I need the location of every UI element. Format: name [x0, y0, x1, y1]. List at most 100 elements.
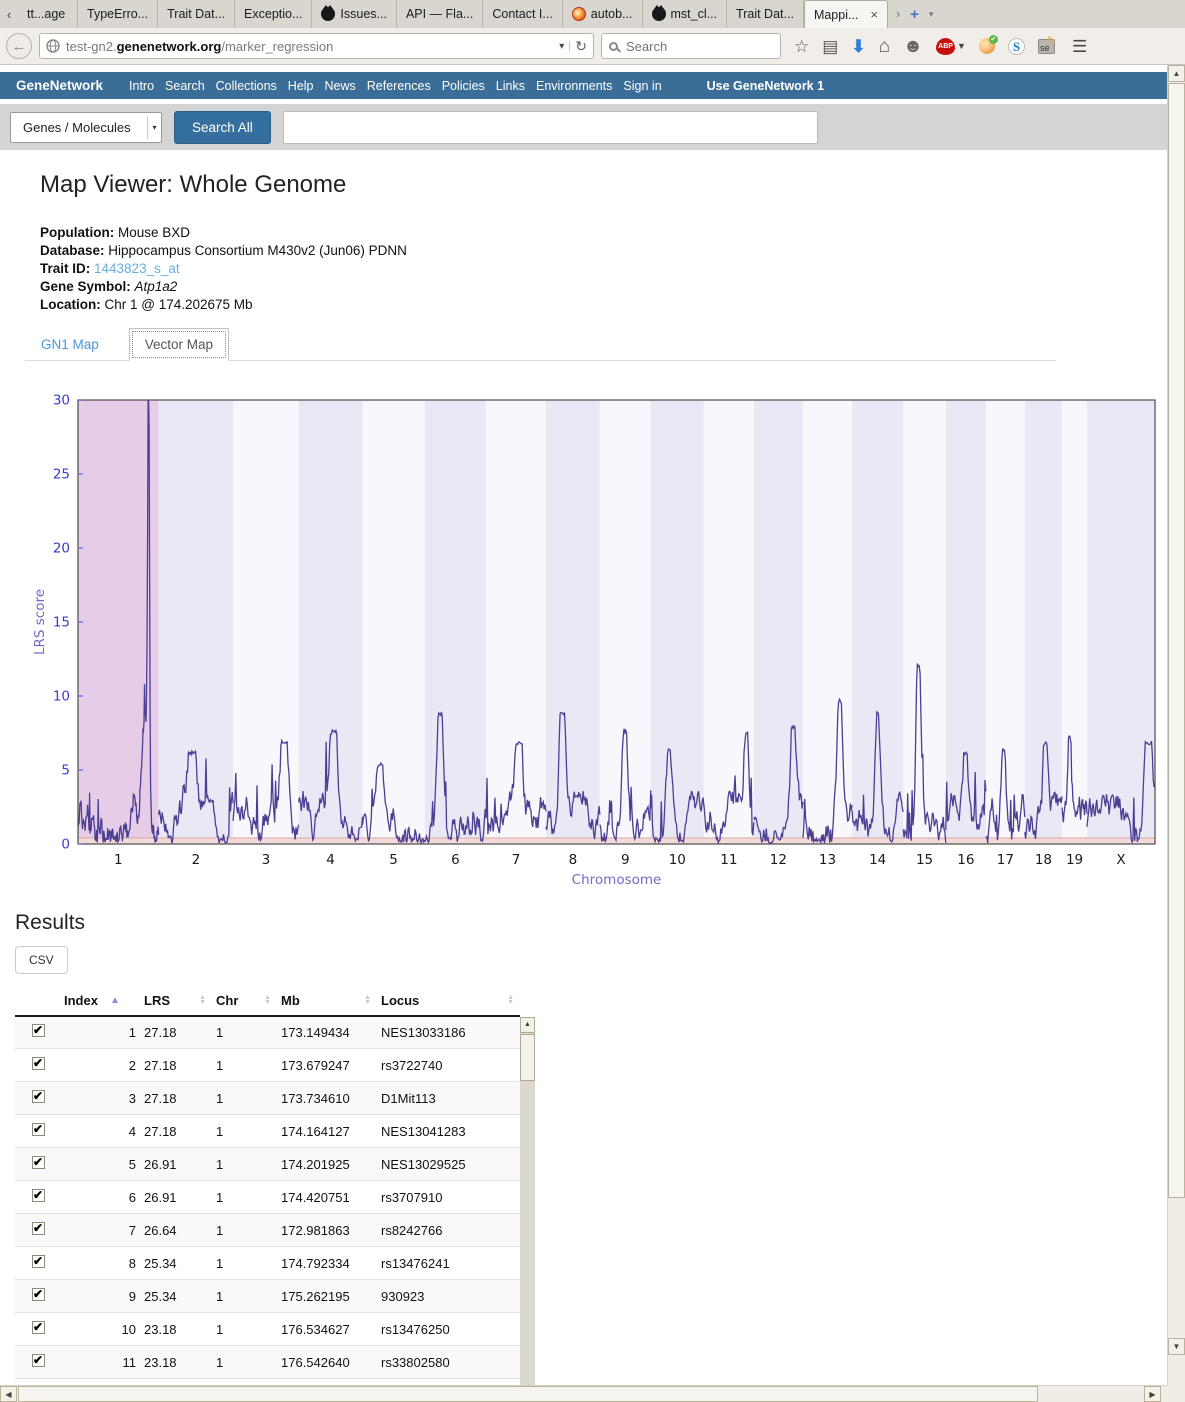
horizontal-scroll-thumb[interactable] — [18, 1386, 1038, 1402]
column-header-locus[interactable]: Locus▲▼ — [377, 986, 520, 1016]
row-checkbox[interactable] — [32, 1321, 45, 1334]
nav-link-intro[interactable]: Intro — [129, 79, 154, 93]
browser-tab[interactable]: Contact I... — [483, 0, 562, 28]
nav-link-policies[interactable]: Policies — [442, 79, 485, 93]
vertical-scroll-thumb[interactable] — [1168, 83, 1185, 1198]
column-header-lrs[interactable]: LRS▲▼ — [140, 986, 212, 1016]
table-cell: 9 — [60, 1280, 140, 1313]
row-checkbox[interactable] — [32, 1189, 45, 1202]
row-checkbox[interactable] — [32, 1255, 45, 1268]
search-category-select[interactable]: Genes / Molecules ▾ — [10, 112, 162, 143]
browser-tab[interactable]: API — Fla... — [397, 0, 483, 28]
nav-link-links[interactable]: Links — [496, 79, 525, 93]
bookmarks-menu-icon[interactable]: ▤ — [822, 38, 838, 55]
table-cell: 27.18 — [140, 1016, 212, 1049]
app-menu-icon[interactable]: ☰ — [1072, 38, 1087, 55]
scroll-right-icon[interactable]: ▶ — [1144, 1386, 1161, 1402]
close-icon[interactable]: × — [870, 7, 878, 22]
url-dropdown-icon[interactable]: ▾ — [554, 41, 570, 52]
tab-label: Mappi... — [814, 8, 858, 22]
screenshot-addon-icon[interactable]: se — [1038, 39, 1055, 54]
tab-scroll-left-icon[interactable]: ‹ — [0, 0, 18, 28]
table-cell: 8 — [60, 1247, 140, 1280]
page-horizontal-scrollbar[interactable]: ◀ ▶ — [0, 1385, 1167, 1402]
home-icon[interactable]: ⌂ — [879, 37, 890, 56]
reload-icon[interactable]: ↻ — [575, 38, 587, 55]
genenetwork-navbar: GeneNetwork Intro Search Collections Help Ne… — [0, 72, 1167, 99]
row-checkbox[interactable] — [32, 1090, 45, 1103]
row-checkbox[interactable] — [32, 1024, 45, 1037]
tab-label: tt...age — [27, 7, 65, 21]
svg-text:12: 12 — [770, 852, 787, 868]
new-tab-button[interactable]: + — [910, 6, 919, 23]
row-checkbox[interactable] — [32, 1156, 45, 1169]
sort-asc-icon: ▲ — [110, 995, 120, 1006]
browser-tab[interactable]: autob... — [563, 0, 643, 28]
search-all-button[interactable]: Search All — [174, 111, 271, 144]
github-icon — [652, 7, 666, 21]
genome-scan-chart: 0510152025301234567891011121314151617181… — [30, 394, 1167, 893]
tab-scroll-right-icon[interactable]: › — [896, 7, 900, 21]
browser-tab[interactable]: Issues... — [312, 0, 397, 28]
scroll-up-icon[interactable]: ▲ — [1168, 65, 1185, 82]
table-cell: 4 — [60, 1115, 140, 1148]
trait-metadata: Population: Mouse BXDDatabase: Hippocamp… — [40, 226, 1167, 312]
row-checkbox[interactable] — [32, 1354, 45, 1367]
tab-gn1-map[interactable]: GN1 Map — [25, 329, 115, 360]
url-text[interactable]: test-gn2.genenetwork.org/marker_regressi… — [66, 39, 554, 54]
nav-link-search[interactable]: Search — [165, 79, 205, 93]
table-cell: 26.64 — [140, 1214, 212, 1247]
nav-link-news[interactable]: News — [325, 79, 356, 93]
svg-text:X: X — [1116, 852, 1125, 868]
browser-tab-bar: ‹ tt...ageTypeErro...Trait Dat...Excepti… — [0, 0, 1185, 28]
scroll-left-icon[interactable]: ◀ — [0, 1386, 17, 1402]
column-header-mb[interactable]: Mb▲▼ — [277, 986, 377, 1016]
row-checkbox[interactable] — [32, 1057, 45, 1070]
downloads-icon[interactable]: ⬇ — [851, 38, 865, 55]
row-checkbox[interactable] — [32, 1222, 45, 1235]
use-genenetwork1-link[interactable]: Use GeneNetwork 1 — [707, 79, 824, 93]
browser-tab[interactable]: Mappi... × — [804, 0, 888, 28]
browser-tab[interactable]: mst_cl... — [643, 0, 728, 28]
feedback-icon[interactable]: ☻ — [903, 37, 923, 56]
browser-search-box[interactable] — [601, 33, 781, 59]
nav-link-references[interactable]: References — [367, 79, 431, 93]
trait-id-link[interactable]: 1443823_s_at — [94, 261, 180, 276]
browser-tab[interactable]: Trait Dat... — [727, 0, 804, 28]
meta-value: Chr 1 @ 174.202675 Mb — [105, 297, 253, 312]
back-button[interactable]: ← — [6, 33, 32, 59]
table-cell: 1 — [212, 1148, 277, 1181]
scroll-down-icon[interactable]: ▼ — [1168, 1338, 1185, 1355]
nav-link-help[interactable]: Help — [288, 79, 314, 93]
browser-tab[interactable]: Exceptio... — [235, 0, 312, 28]
bookmark-star-icon[interactable]: ☆ — [794, 38, 809, 55]
row-checkbox[interactable] — [32, 1123, 45, 1136]
global-search-input[interactable] — [283, 111, 818, 144]
row-checkbox[interactable] — [32, 1288, 45, 1301]
csv-export-button[interactable]: CSV — [15, 946, 68, 974]
skype-addon-icon[interactable]: S — [1008, 38, 1025, 55]
browser-tab[interactable]: tt...age — [18, 0, 78, 28]
table-scrollbar[interactable]: ▲ — [520, 1017, 535, 1402]
url-bar[interactable]: test-gn2.genenetwork.org/marker_regressi… — [39, 33, 594, 59]
search-band: Genes / Molecules ▾ Search All — [0, 104, 1167, 150]
browser-search-input[interactable] — [624, 38, 744, 55]
table-scroll-up-icon[interactable]: ▲ — [520, 1017, 535, 1033]
tab-list-icon[interactable]: ▾ — [929, 9, 934, 20]
cookies-addon-icon[interactable] — [979, 38, 995, 54]
page-vertical-scrollbar[interactable]: ▲ ▼ — [1167, 65, 1185, 1385]
column-header-chr[interactable]: Chr▲▼ — [212, 986, 277, 1016]
tab-vector-map[interactable]: Vector Map — [129, 328, 229, 361]
nav-link-environments[interactable]: Environments — [536, 79, 612, 93]
browser-tab[interactable]: TypeErro... — [78, 0, 158, 28]
svg-text:15: 15 — [916, 852, 933, 868]
column-header-index[interactable]: Index▲ — [60, 986, 140, 1016]
meta-row: Database: Hippocampus Consortium M430v2 … — [40, 244, 1167, 258]
adblock-icon[interactable]: ABP▼ — [936, 38, 966, 55]
browser-tab[interactable]: Trait Dat... — [158, 0, 235, 28]
genenetwork-brand[interactable]: GeneNetwork — [16, 78, 103, 93]
svg-text:8: 8 — [569, 852, 578, 868]
table-scroll-thumb[interactable] — [520, 1034, 535, 1081]
nav-link-sign-in[interactable]: Sign in — [623, 79, 661, 93]
nav-link-collections[interactable]: Collections — [216, 79, 277, 93]
